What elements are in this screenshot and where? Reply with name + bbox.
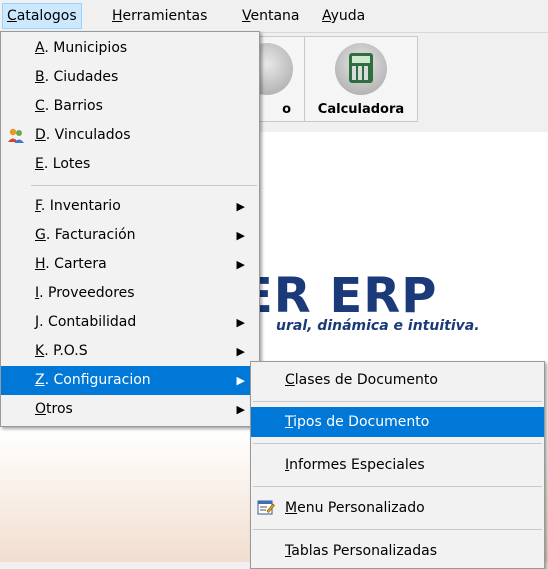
menu-ventana-accel: V bbox=[242, 8, 251, 24]
menu-ventana-label: entana bbox=[250, 8, 300, 24]
menu-ventana[interactable]: Ventana bbox=[238, 4, 304, 28]
submenu-arrow-icon: ▶ bbox=[236, 345, 245, 358]
erp-logo-text: ER ERP bbox=[240, 268, 438, 324]
catalogos-menu: A. Municipios B. Ciudades C. Barrios D. … bbox=[0, 31, 260, 427]
menu-herramientas-label: erramientas bbox=[122, 8, 208, 24]
submenu-item-clases-documento[interactable]: Clases de Documento bbox=[251, 364, 544, 396]
menu-item-vinculados[interactable]: D. Vinculados bbox=[1, 121, 259, 150]
menu-herramientas-accel: H bbox=[112, 8, 123, 24]
submenu-separator bbox=[253, 401, 542, 402]
configuracion-submenu: Clases de Documento Tipos de Documento I… bbox=[250, 361, 545, 569]
submenu-item-informes-especiales[interactable]: Informes Especiales bbox=[251, 450, 544, 480]
menu-item-configuracion[interactable]: Z. Configuracion ▶ bbox=[1, 366, 259, 395]
menu-catalogos-accel: C bbox=[7, 8, 17, 24]
submenu-arrow-icon: ▶ bbox=[236, 316, 245, 329]
menu-herramientas[interactable]: Herramientas bbox=[108, 4, 211, 28]
submenu-separator bbox=[253, 443, 542, 444]
submenu-item-menu-personalizado[interactable]: Menu Personalizado bbox=[251, 493, 544, 523]
menu-item-facturacion[interactable]: G. Facturación ▶ bbox=[1, 221, 259, 250]
menu-item-cartera[interactable]: H. Cartera ▶ bbox=[1, 250, 259, 279]
menu-item-pos[interactable]: K. P.O.S ▶ bbox=[1, 337, 259, 366]
menu-item-proveedores[interactable]: I. Proveedores bbox=[1, 279, 259, 308]
menu-item-ciudades[interactable]: B. Ciudades bbox=[1, 63, 259, 92]
menu-catalogos[interactable]: Catalogos bbox=[2, 3, 82, 29]
submenu-item-tipos-documento[interactable]: Tipos de Documento bbox=[251, 407, 544, 437]
custom-menu-icon bbox=[257, 500, 275, 515]
submenu-arrow-icon: ▶ bbox=[236, 403, 245, 416]
menu-ayuda-label: yuda bbox=[330, 8, 366, 24]
calculator-icon bbox=[335, 43, 387, 95]
calculator-button[interactable]: Calculadora bbox=[304, 36, 418, 122]
submenu-separator bbox=[253, 529, 542, 530]
menu-item-inventario[interactable]: F. Inventario ▶ bbox=[1, 192, 259, 221]
menu-item-contabilidad[interactable]: J. Contabilidad ▶ bbox=[1, 308, 259, 337]
menubar: Catalogos Herramientas Ventana Ayuda bbox=[0, 0, 548, 32]
submenu-arrow-icon: ▶ bbox=[236, 258, 245, 271]
menu-ayuda[interactable]: Ayuda bbox=[318, 4, 369, 28]
erp-tagline: ural, dinámica e intuitiva. bbox=[276, 318, 480, 334]
submenu-arrow-icon: ▶ bbox=[236, 229, 245, 242]
menu-item-otros[interactable]: Otros ▶ bbox=[1, 395, 259, 424]
submenu-arrow-icon: ▶ bbox=[236, 200, 245, 213]
people-icon bbox=[8, 128, 24, 143]
menu-catalogos-label: atalogos bbox=[16, 8, 77, 24]
submenu-arrow-icon: ▶ bbox=[236, 374, 245, 387]
submenu-separator bbox=[253, 486, 542, 487]
menu-item-lotes[interactable]: E. Lotes bbox=[1, 150, 259, 179]
menu-separator bbox=[31, 185, 257, 186]
calculator-label: Calculadora bbox=[317, 102, 405, 117]
menu-item-barrios[interactable]: C. Barrios bbox=[1, 92, 259, 121]
menu-ayuda-accel: A bbox=[322, 8, 331, 24]
menu-item-municipios[interactable]: A. Municipios bbox=[1, 34, 259, 63]
